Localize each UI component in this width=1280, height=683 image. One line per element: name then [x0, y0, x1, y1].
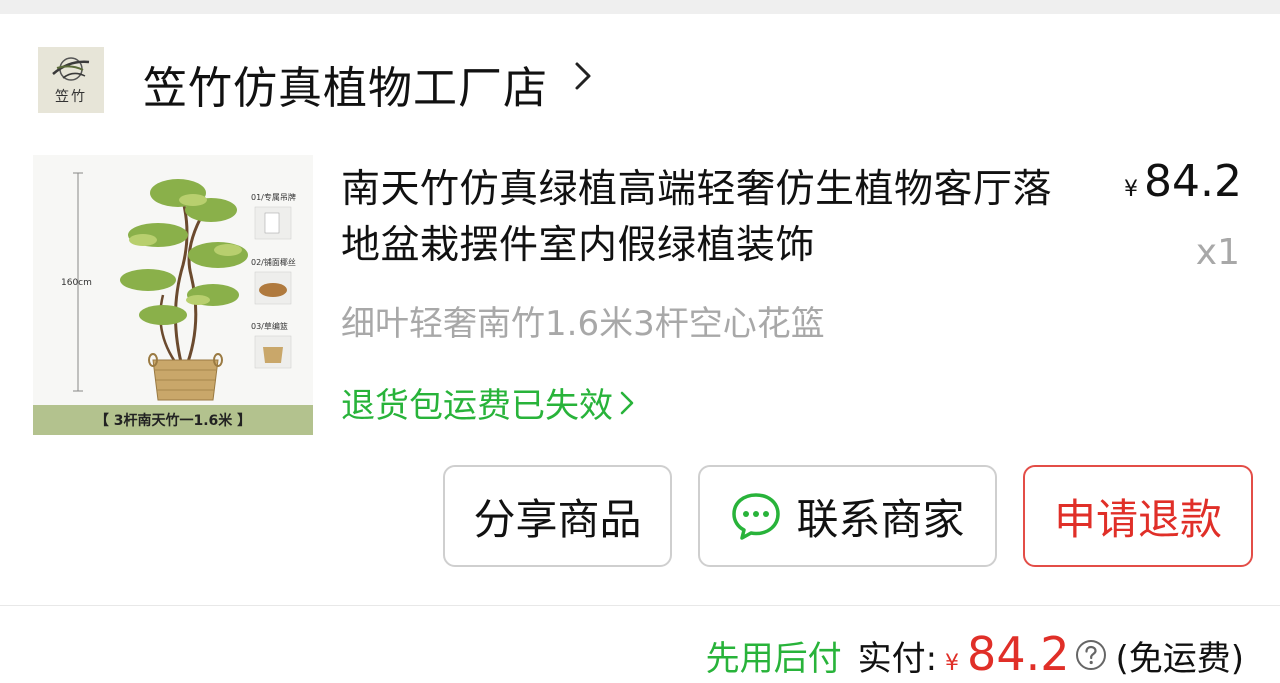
- share-product-button[interactable]: 分享商品: [443, 465, 672, 567]
- request-refund-label: 申请退款: [1053, 494, 1222, 544]
- payment-summary: 先用后付 实付: ¥ 84.2 (免运费): [706, 627, 1244, 683]
- pay-later-label: 先用后付: [705, 639, 842, 679]
- step-label: 03/草编篮: [251, 321, 288, 331]
- step-label: 02/铺面椰丝: [251, 257, 296, 267]
- product-quantity: x1: [1195, 232, 1240, 273]
- chevron-right-icon: [620, 391, 634, 414]
- question-circle-icon[interactable]: [1075, 639, 1107, 671]
- currency-symbol: ¥: [1124, 177, 1139, 202]
- step-label: 01/专属吊牌: [251, 192, 296, 202]
- product-thumbnail[interactable]: 160cm 01/专属吊牌 02/铺面椰丝 03/草编篮 【 3杆南天竹一1.6…: [33, 155, 313, 435]
- free-shipping-label: (免运费): [1115, 639, 1244, 679]
- height-label: 160cm: [61, 278, 92, 288]
- store-header[interactable]: 笠竹 笠竹仿真植物工厂店: [0, 14, 1280, 146]
- plant-illustration: 160cm 01/专属吊牌 02/铺面椰丝 03/草编篮: [61, 172, 296, 401]
- contact-merchant-label: 联系商家: [796, 494, 965, 544]
- price-value: 84.2: [1144, 156, 1242, 207]
- product-title[interactable]: 南天竹仿真绿植高端轻奢仿生植物客厅落地盆栽摆件室内假绿植装饰: [341, 162, 1081, 274]
- product-price: ¥84.2: [1124, 156, 1242, 207]
- product-spec: 细叶轻奢南竹1.6米3杆空心花篮: [341, 304, 825, 344]
- section-divider: [0, 605, 1280, 606]
- top-spacer: [0, 0, 1280, 14]
- request-refund-button[interactable]: 申请退款: [1023, 465, 1253, 567]
- store-name[interactable]: 笠竹仿真植物工厂店: [143, 52, 548, 116]
- paid-amount: 84.2: [967, 627, 1070, 681]
- store-logo: 笠竹: [38, 47, 104, 113]
- bamboo-logo-icon: [52, 57, 90, 81]
- thumbnail-caption: 【 3杆南天竹一1.6米 】: [33, 405, 313, 435]
- store-logo-text: 笠竹: [55, 89, 87, 105]
- paid-label: 实付:: [857, 639, 938, 679]
- chevron-right-icon[interactable]: [568, 58, 598, 94]
- return-shipping-label: 退货包运费已失效: [341, 386, 613, 426]
- currency-symbol: ¥: [945, 651, 960, 676]
- contact-merchant-button[interactable]: 联系商家: [698, 465, 997, 567]
- return-shipping-notice[interactable]: 退货包运费已失效: [341, 378, 637, 427]
- chat-bubble-icon: [732, 493, 781, 540]
- share-product-label: 分享商品: [473, 494, 642, 544]
